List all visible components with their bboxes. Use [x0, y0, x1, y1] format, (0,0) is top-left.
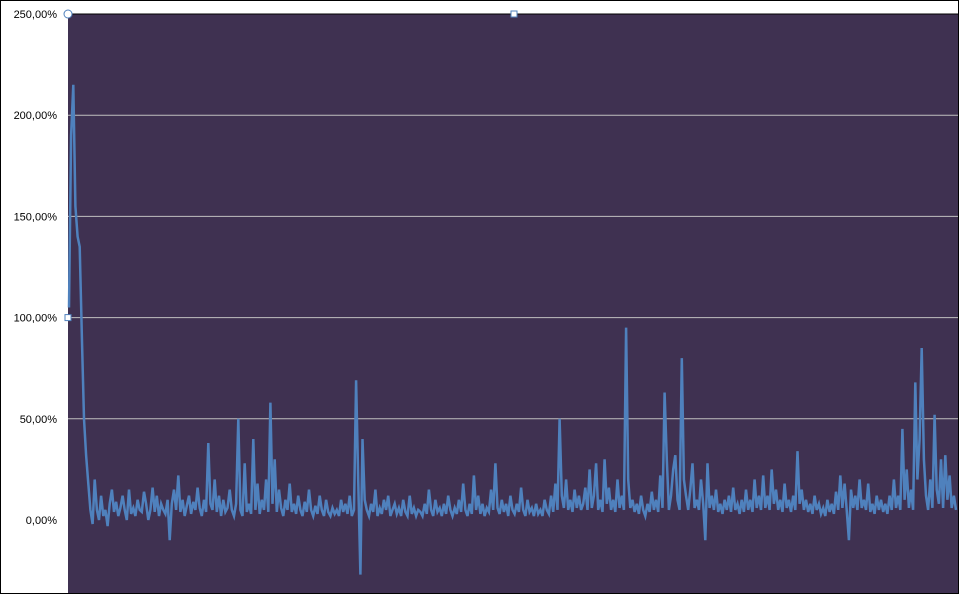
y-tick-label: 50,00%: [20, 414, 58, 426]
y-tick-label: 100,00%: [14, 313, 58, 325]
y-tick-label: 0,00%: [26, 515, 57, 527]
left-resize-handle[interactable]: [64, 314, 72, 322]
y-axis-tick-labels: 0,00% 50,00% 100,00% 150,00% 200,00% 250,00%: [14, 9, 58, 527]
chart-area[interactable]: 0,00% 50,00% 100,00% 150,00% 200,00% 250,00%: [0, 0, 959, 594]
top-resize-handle[interactable]: [510, 10, 518, 18]
line-chart[interactable]: 0,00% 50,00% 100,00% 150,00% 200,00% 250,00%: [1, 1, 958, 593]
y-tick-label: 250,00%: [14, 9, 58, 21]
y-tick-label: 200,00%: [14, 110, 58, 122]
corner-resize-handle[interactable]: [63, 9, 73, 19]
y-tick-label: 150,00%: [14, 211, 58, 223]
